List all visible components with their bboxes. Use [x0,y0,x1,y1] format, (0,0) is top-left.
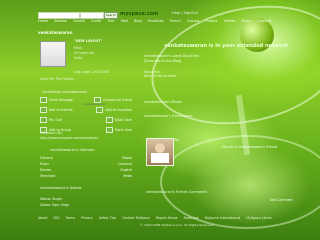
interest-label: Television [40,174,56,178]
site-logo[interactable]: myspace.com [120,11,158,17]
interest-value: News [123,174,132,178]
detail-label: Zodiac Sign: [40,203,60,207]
footer-advertise[interactable]: Advertise [184,216,199,220]
profile-page: Search myspace.com Help | SignOut Home B… [0,0,320,240]
mail-icon [40,97,47,103]
site-header: Search myspace.com Help | SignOut Home B… [0,0,320,24]
interest-label: Music [40,162,50,166]
nav-home[interactable]: Home [38,19,48,23]
avatar[interactable]: venkateswaran [40,41,106,106]
nav-favorites[interactable]: Favorites [148,19,164,23]
see-all-friends-link[interactable]: See All of venkateswaran's Friends [222,145,277,149]
interest-value: Classical [118,162,132,166]
interest-value: Books [122,156,132,160]
nav-film[interactable]: Film [107,19,114,23]
nav-music[interactable]: Music [241,19,251,23]
footer-report-abuse[interactable]: Report Abuse [156,216,177,220]
view-pics-link[interactable]: Pics [56,77,62,81]
copyright: © 2003-2008 MySpace.com. All Rights Rese… [140,223,215,227]
main-nav: Home Browse Search Invite Film Mail Blog… [38,19,277,23]
about-section: About me: Who I'd like to meet: [144,70,177,78]
nav-blog[interactable]: Blog [134,19,142,23]
interest-label: Movies [40,168,52,172]
nav-groups[interactable]: Groups [187,19,199,23]
forward-icon [94,97,102,103]
detail-label: Status: [40,197,52,201]
friends-comments-title: venkateswaran's Friends Comments [146,190,208,194]
contact-title: Contacting venkateswaran [42,90,88,94]
interests-title: venkateswaran's Interests [50,148,95,152]
nav-videos[interactable]: Videos [224,19,236,23]
footer-safety[interactable]: Safety Tips [99,216,117,220]
view-videos-link[interactable]: Videos [63,77,74,81]
url-value[interactable]: http://www.myspace.com/venkatyes [40,136,98,141]
shirt-icon [151,153,169,163]
rank-user-button[interactable]: Rank User [106,127,132,133]
add-comment-link[interactable]: Add Comment [270,198,293,202]
nav-events[interactable]: Events [206,19,218,23]
add-to-favorites-button[interactable]: Add to Favorites [96,107,132,113]
footer-contact[interactable]: Contact MySpace [122,216,150,220]
face-icon [155,143,165,153]
star-icon [96,107,104,113]
profile-name: venkateswaran [38,30,73,35]
nav-comedy[interactable]: Comedy [257,19,271,23]
footer-links: About FAQ Terms Privacy Safety Tips Cont… [38,216,318,220]
search-input[interactable] [38,12,80,19]
search-type-select[interactable] [80,12,104,19]
footer-about[interactable]: About [38,216,47,220]
footer-faq[interactable]: FAQ [53,216,59,220]
nav-invite[interactable]: Invite [92,19,102,23]
block-user-button[interactable]: Block User [105,117,132,123]
rank-icon [106,127,114,133]
detail-value: Single [52,197,63,201]
nav-browse[interactable]: Browse [54,19,67,23]
blog-entry-section: venkateswaran's Latest Blog Entry [Subsc… [144,54,199,64]
friend-space-title: venkateswaran's Friend Space [144,114,193,118]
add-user-icon [40,107,47,113]
profile-mood: "NEW LAYOUT" [74,39,103,43]
top-links: Help | SignOut [172,11,199,15]
footer-terms[interactable]: Terms [66,216,75,220]
search-button[interactable]: Search [104,12,118,19]
detail-value: Virgo [60,203,70,207]
extended-network-banner: venkateswaran is in your extended networ… [164,43,289,49]
nav-search[interactable]: Search [73,19,85,23]
friend-name[interactable]: Top [174,138,179,142]
nav-mail[interactable]: Mail [121,19,128,23]
interest-value: English [120,168,132,172]
blurbs-title: venkateswaran's Blurbs [144,100,182,104]
send-message-button[interactable]: Send Message [40,97,73,103]
myspace-url-box: MySpace URL: http://www.myspace.com/venk… [40,131,98,141]
details-table: Status: Single Zodiac Sign: Virgo [40,196,69,208]
interest-label: General [40,156,53,160]
nav-forum[interactable]: Forum [170,19,181,23]
signout-link[interactable]: SignOut [184,11,198,15]
help-link[interactable]: Help [172,11,180,15]
friend-photo[interactable] [146,138,174,166]
interests-table: General Books Music Classical Movies Englis… [40,156,132,180]
last-login: Last Login: 2/01/2008 [74,70,109,74]
footer-privacy[interactable]: Privacy [81,216,93,220]
profile-bio: Male 25 years old India [74,46,94,61]
forward-to-friend-button[interactable]: Forward to Friend [94,97,132,103]
meet-heading: Who I'd like to meet: [144,74,178,78]
chat-icon [40,117,47,123]
footer-international[interactable]: MySpace International [205,216,241,220]
glass-base-decoration [160,135,320,229]
subscribe-blog-link[interactable]: [Subscribe to this Blog] [144,59,199,64]
bio-line: India [74,56,82,60]
details-title: venkateswaran's Details [40,186,82,190]
block-icon [105,117,113,123]
add-to-friends-button[interactable]: Add to Friends [40,107,73,113]
footer-latino[interactable]: MySpace Latino [246,216,271,220]
view-links: View My: Pics Videos [40,77,74,81]
im-call-button[interactable]: IM / Call [40,117,62,123]
view-label: View My: [40,77,55,81]
